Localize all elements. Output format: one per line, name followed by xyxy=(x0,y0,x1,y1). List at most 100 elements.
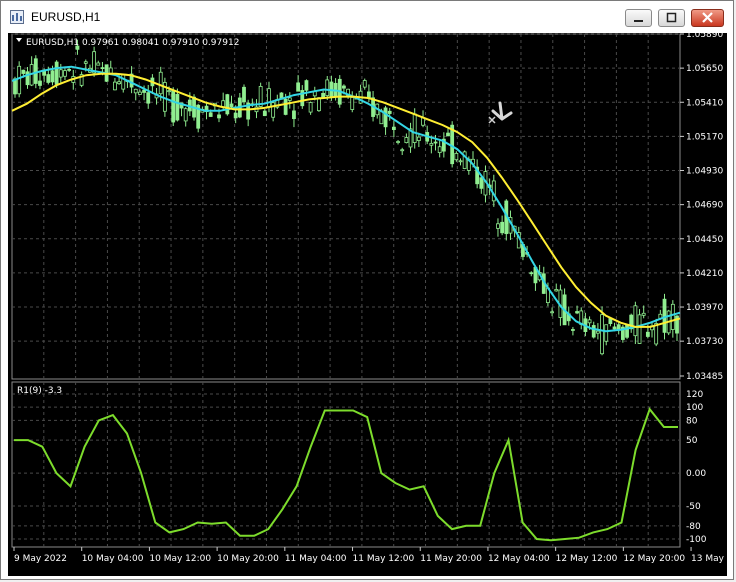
candle-body xyxy=(529,272,534,275)
price-axis-label: 1.03970 xyxy=(686,303,723,313)
candle-body xyxy=(412,113,417,143)
candle-body xyxy=(479,177,484,189)
rsi-panel-frame xyxy=(11,381,681,548)
candle-body xyxy=(383,107,388,128)
candle-body xyxy=(175,93,180,121)
candle-body xyxy=(304,80,309,91)
candle-body xyxy=(171,89,176,123)
candle-body xyxy=(146,92,151,104)
rsi-axis-label: 0.00 xyxy=(686,469,706,479)
sell-arrow-icon[interactable] xyxy=(491,101,513,121)
candle-body xyxy=(350,97,355,110)
candle-body xyxy=(158,71,163,95)
candle-body xyxy=(33,58,38,84)
candle-body xyxy=(117,81,121,85)
window-title: EURUSD,H1 xyxy=(31,10,101,24)
candle-body xyxy=(287,97,292,101)
candle-body xyxy=(54,61,59,85)
candle-body xyxy=(138,91,142,95)
candle-body xyxy=(225,94,230,115)
time-axis-label: 10 May 04:00 xyxy=(82,554,144,564)
time-axis-label: 11 May 04:00 xyxy=(285,554,347,564)
title-bar[interactable]: EURUSD,H1 xyxy=(1,1,733,33)
candle-body xyxy=(271,102,276,118)
candle-body xyxy=(267,88,271,108)
candle-body xyxy=(113,81,117,91)
candle-body xyxy=(142,89,146,93)
candle-body xyxy=(38,80,42,86)
candle-body xyxy=(83,61,88,64)
candle-body xyxy=(67,69,72,71)
time-axis-label: 12 May 12:00 xyxy=(556,554,618,564)
rsi-axis-label: 50 xyxy=(686,436,698,446)
candle-body xyxy=(262,110,267,117)
candle-body xyxy=(396,141,400,143)
time-axis-label: 12 May 20:00 xyxy=(623,554,685,564)
time-axis-label: 10 May 20:00 xyxy=(217,554,279,564)
candle-body xyxy=(587,319,592,324)
price-axis-label: 1.04690 xyxy=(686,201,723,211)
candle-body xyxy=(242,86,246,103)
candle-body xyxy=(96,62,101,66)
candle-body xyxy=(625,324,629,338)
oscillator-line xyxy=(14,407,678,542)
candle-body xyxy=(362,80,367,88)
minimize-button[interactable] xyxy=(625,9,652,27)
candle-body xyxy=(500,221,505,234)
chart-area[interactable]: 1.05890 1.05650 1.05410 1.05170 1.04930 1.046… xyxy=(8,30,736,576)
candle-body xyxy=(100,67,105,70)
candle-body xyxy=(50,70,55,83)
candles xyxy=(13,39,679,356)
candle-body xyxy=(433,141,438,144)
candle-body xyxy=(404,137,409,144)
candle-body xyxy=(595,330,600,334)
candle-body xyxy=(167,90,171,93)
oscillator xyxy=(14,407,678,542)
candle-body xyxy=(421,117,425,126)
price-panel-frame xyxy=(11,33,681,380)
rsi-axis-label: -50 xyxy=(686,502,701,512)
close-button[interactable] xyxy=(691,9,724,27)
candle-body xyxy=(496,223,500,229)
candle-body xyxy=(217,114,221,119)
chart-window: EURUSD,H1 1.05890 1.05650 1.05410 1.05170 1.… xyxy=(0,0,736,580)
price-axis-label: 1.03485 xyxy=(686,372,723,382)
candle-body xyxy=(296,82,301,92)
candle-body xyxy=(400,149,405,152)
candle-body xyxy=(633,305,638,337)
candle-body xyxy=(387,110,392,114)
maximize-button[interactable] xyxy=(658,9,685,27)
candle-body xyxy=(416,136,421,141)
time-axis-label: 10 May 12:00 xyxy=(149,554,211,564)
candle-body xyxy=(550,311,554,314)
close-icon xyxy=(702,12,713,23)
rsi-panel-header: R1(9) -3.3 xyxy=(17,386,62,396)
candle-body xyxy=(325,79,330,97)
time-axis-label: 11 May 20:00 xyxy=(420,554,482,564)
rsi-axis-label: 100 xyxy=(686,403,703,413)
candle-body xyxy=(429,142,434,146)
chart-canvas[interactable]: 1.05890 1.05650 1.05410 1.05170 1.04930 1.046… xyxy=(8,30,736,576)
candle-body xyxy=(229,103,234,108)
rsi-axis-label: 120 xyxy=(686,390,703,400)
candle-body xyxy=(108,67,113,74)
time-axis-label: 13 May 04:00 xyxy=(691,554,727,564)
price-axis-label: 1.05890 xyxy=(686,33,723,40)
maximize-icon xyxy=(666,12,677,23)
candle-body xyxy=(571,329,575,331)
rsi-axis-label: 80 xyxy=(686,416,698,426)
candle-body xyxy=(612,326,617,330)
time-axis-label: 12 May 04:00 xyxy=(488,554,550,564)
candle-body xyxy=(342,85,346,89)
price-axis-label: 1.04210 xyxy=(686,269,723,279)
candle-body xyxy=(17,65,22,95)
candle-body xyxy=(600,314,604,355)
candle-body xyxy=(283,98,288,115)
candle-body xyxy=(183,108,188,122)
panel-collapse-icon[interactable] xyxy=(16,38,22,42)
candle-body xyxy=(554,289,559,292)
price-axis-label: 1.03730 xyxy=(686,337,723,347)
price-axis-label: 1.05170 xyxy=(686,132,723,142)
candle-body xyxy=(591,325,596,338)
candle-body xyxy=(604,324,609,342)
